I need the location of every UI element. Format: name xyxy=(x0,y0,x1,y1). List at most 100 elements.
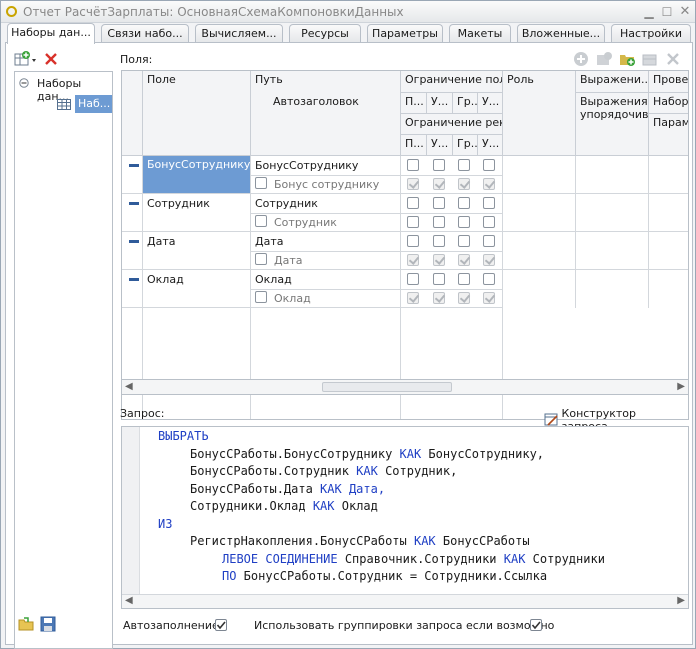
header-set[interactable]: Набор xyxy=(649,93,688,114)
add-dataset-icon[interactable] xyxy=(14,51,38,67)
open-folder-icon[interactable] xyxy=(18,616,34,632)
header-props-2[interactable]: У... xyxy=(427,135,453,156)
header-path[interactable]: Путь xyxy=(251,71,401,93)
header-param[interactable]: Парам xyxy=(649,114,688,156)
field-name[interactable]: БонусСотруднику xyxy=(143,156,250,193)
props-checkbox[interactable] xyxy=(407,292,419,304)
autotitle-checkbox[interactable] xyxy=(255,215,267,227)
delete-icon[interactable] xyxy=(44,52,58,66)
restr-checkbox[interactable] xyxy=(433,159,445,171)
props-checkbox[interactable] xyxy=(433,178,445,190)
field-path[interactable]: Сотрудник xyxy=(251,195,400,212)
props-checkbox[interactable] xyxy=(458,216,470,228)
scroll-right-icon[interactable]: ▶ xyxy=(677,595,685,606)
header-restr-3[interactable]: Гр... xyxy=(453,93,478,114)
header-field-restriction[interactable]: Ограничение поля xyxy=(401,71,503,93)
add-field-icon[interactable] xyxy=(573,51,589,67)
field-name[interactable]: Сотрудник xyxy=(143,195,250,212)
props-checkbox[interactable] xyxy=(433,254,445,266)
tab-templates[interactable]: Макеты xyxy=(449,24,511,43)
field-title[interactable]: Оклад xyxy=(270,290,400,307)
restr-checkbox[interactable] xyxy=(483,159,495,171)
props-checkbox[interactable] xyxy=(458,292,470,304)
restr-checkbox[interactable] xyxy=(483,235,495,247)
fields-hscrollbar[interactable]: ◀ ▶ xyxy=(121,379,689,395)
autotitle-checkbox[interactable] xyxy=(255,291,267,303)
restr-checkbox[interactable] xyxy=(433,197,445,209)
restr-checkbox[interactable] xyxy=(407,197,419,209)
query-editor[interactable]: ВЫБРАТЬ БонусСРаботы.БонусСотруднику КАК … xyxy=(121,426,689,609)
collapse-icon[interactable] xyxy=(19,78,29,88)
new-folder-icon[interactable] xyxy=(619,51,635,67)
autotitle-checkbox[interactable] xyxy=(255,177,267,189)
tab-calculated[interactable]: Вычисляем... xyxy=(195,24,283,43)
props-checkbox[interactable] xyxy=(483,292,495,304)
props-checkbox[interactable] xyxy=(458,254,470,266)
table-edit-icon[interactable] xyxy=(642,51,658,67)
props-checkbox[interactable] xyxy=(483,216,495,228)
add-folder-icon[interactable] xyxy=(596,51,612,67)
row-collapse-icon[interactable] xyxy=(129,278,139,281)
field-title[interactable]: Дата xyxy=(270,252,400,269)
props-checkbox[interactable] xyxy=(483,178,495,190)
header-restr-1[interactable]: П... xyxy=(401,93,427,114)
header-role[interactable]: Роль xyxy=(503,71,576,156)
header-expr[interactable]: Выражени... xyxy=(576,71,649,93)
tab-resources[interactable]: Ресурсы xyxy=(289,24,361,43)
header-field[interactable]: Поле xyxy=(143,71,251,156)
row-collapse-icon[interactable] xyxy=(129,240,139,243)
restr-checkbox[interactable] xyxy=(433,273,445,285)
tab-datasets[interactable]: Наборы дан... xyxy=(7,23,95,44)
header-autotitle[interactable]: Автозаголовок xyxy=(251,93,401,156)
field-name[interactable]: Оклад xyxy=(143,271,250,288)
tab-parameters[interactable]: Параметры xyxy=(367,24,443,43)
header-order-expr[interactable]: Выражения упорядочива xyxy=(576,93,649,156)
scroll-thumb[interactable] xyxy=(322,382,452,392)
scroll-left-icon[interactable]: ◀ xyxy=(125,381,133,392)
grouping-checkbox[interactable] xyxy=(530,619,542,631)
field-path[interactable]: Оклад xyxy=(251,271,400,288)
minimize-icon[interactable]: ▁ xyxy=(641,4,657,20)
close-icon[interactable]: ✕ xyxy=(677,4,693,20)
scroll-left-icon[interactable]: ◀ xyxy=(125,595,133,606)
restr-checkbox[interactable] xyxy=(407,273,419,285)
scroll-right-icon[interactable]: ▶ xyxy=(677,381,685,392)
header-props-4[interactable]: У... xyxy=(478,135,503,156)
autofill-checkbox[interactable] xyxy=(215,619,227,631)
row-collapse-icon[interactable] xyxy=(129,164,139,167)
props-checkbox[interactable] xyxy=(407,178,419,190)
props-checkbox[interactable] xyxy=(433,216,445,228)
restr-checkbox[interactable] xyxy=(458,159,470,171)
header-props-restriction[interactable]: Ограничение рек... xyxy=(401,114,503,135)
tab-nested[interactable]: Вложенные... xyxy=(517,24,605,43)
restr-checkbox[interactable] xyxy=(407,235,419,247)
tree-item-query[interactable]: Наб... xyxy=(75,95,112,113)
restr-checkbox[interactable] xyxy=(407,159,419,171)
restr-checkbox[interactable] xyxy=(483,273,495,285)
props-checkbox[interactable] xyxy=(433,292,445,304)
header-props-3[interactable]: Гр... xyxy=(453,135,478,156)
props-checkbox[interactable] xyxy=(407,216,419,228)
props-checkbox[interactable] xyxy=(458,178,470,190)
field-title[interactable]: Сотрудник xyxy=(270,214,400,231)
header-restr-4[interactable]: У... xyxy=(478,93,503,114)
props-checkbox[interactable] xyxy=(407,254,419,266)
save-icon[interactable] xyxy=(40,616,56,632)
tab-settings[interactable]: Настройки xyxy=(611,24,691,43)
restr-checkbox[interactable] xyxy=(458,273,470,285)
field-path[interactable]: БонусСотруднику xyxy=(251,157,400,174)
query-hscrollbar[interactable]: ◀ ▶ xyxy=(122,594,688,608)
header-restr-2[interactable]: У... xyxy=(427,93,453,114)
tab-links[interactable]: Связи набо... xyxy=(101,24,189,43)
field-title[interactable]: Бонус сотруднику xyxy=(270,176,400,193)
autotitle-checkbox[interactable] xyxy=(255,253,267,265)
header-props-1[interactable]: П... xyxy=(401,135,427,156)
restr-checkbox[interactable] xyxy=(433,235,445,247)
props-checkbox[interactable] xyxy=(483,254,495,266)
restr-checkbox[interactable] xyxy=(458,235,470,247)
remove-field-icon[interactable] xyxy=(665,51,681,67)
maximize-icon[interactable]: ☐ xyxy=(659,4,675,20)
restr-checkbox[interactable] xyxy=(483,197,495,209)
field-name[interactable]: Дата xyxy=(143,233,250,250)
row-collapse-icon[interactable] xyxy=(129,202,139,205)
